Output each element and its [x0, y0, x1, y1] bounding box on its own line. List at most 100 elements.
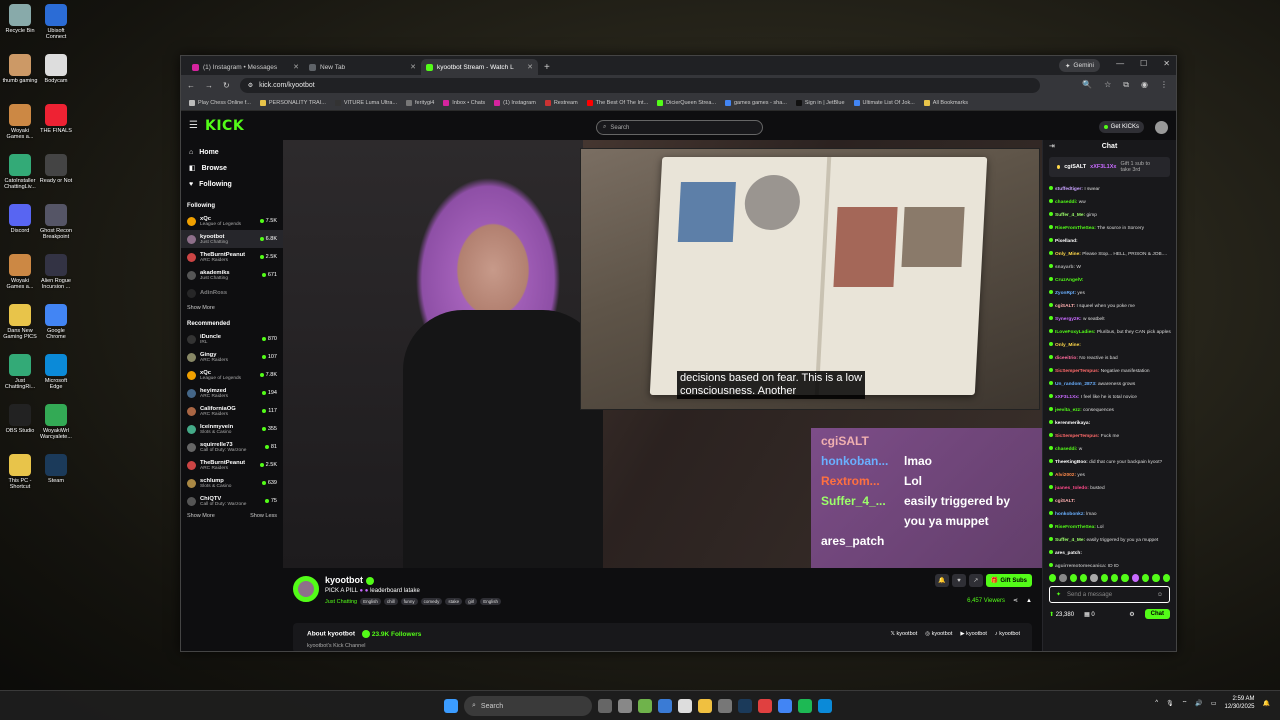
chat-username[interactable]: juanes_toledo:	[1055, 486, 1089, 491]
bookmark-item[interactable]: VITURE Luma Ultra...	[334, 99, 397, 106]
emote-icon[interactable]	[1162, 574, 1170, 582]
social-youtube[interactable]: ▶ kyootbot	[960, 631, 987, 637]
desktop-icon[interactable]: THE FINALS	[38, 104, 74, 134]
battery-icon[interactable]: ▭	[1211, 700, 1217, 707]
chat-username[interactable]: honkobonkz:	[1055, 512, 1085, 517]
share-icon[interactable]: ↗	[968, 574, 983, 587]
file-explorer-icon[interactable]	[698, 699, 712, 713]
site-info-icon[interactable]: ⚙	[248, 82, 253, 89]
chat-username[interactable]: xXF3L1Xx:	[1055, 395, 1080, 400]
chat-username[interactable]: Pixelland:	[1055, 239, 1078, 244]
gift-subs-button[interactable]: 🎁 Gift Subs	[985, 574, 1032, 587]
settings-icon[interactable]: ⚙	[1129, 611, 1134, 618]
sidebar-channel[interactable]: squirrelle73 Call of Duty: Warzone 81	[181, 438, 283, 456]
chat-username[interactable]: kerenmerikaya:	[1055, 421, 1090, 426]
chat-username[interactable]: Suffer_4_Me:	[1055, 538, 1085, 543]
emote-icon[interactable]	[1131, 574, 1139, 582]
maximize-icon[interactable]: ☐	[1140, 59, 1147, 68]
emote-icon[interactable]	[1141, 574, 1150, 582]
chat-username[interactable]: SicSemperTempus:	[1055, 434, 1099, 439]
sidebar-channel[interactable]: xQc League of Legends 7.5K	[181, 212, 283, 230]
sidebar-channel[interactable]: iDuncle IRL 870	[181, 330, 283, 348]
notepad-icon[interactable]	[678, 699, 692, 713]
channel-avatar[interactable]	[293, 576, 319, 602]
chat-username[interactable]: Only_Mine:	[1055, 343, 1081, 348]
sidebar-channel[interactable]: Iceinmyvein Slots & Casino 355	[181, 420, 283, 438]
tag-chip[interactable]: stake	[445, 598, 463, 605]
sidebar-channel[interactable]: kyootbot Just Chatting 6.8K	[181, 230, 283, 248]
desktop-icon[interactable]: This PC - Shortcut	[2, 454, 38, 490]
emote-icon[interactable]	[1069, 574, 1077, 582]
bookmark-item[interactable]: DicierQueen Strea...	[657, 99, 716, 106]
share-icon[interactable]: ⋖	[1013, 597, 1018, 604]
chat-username[interactable]: Un_random_2873:	[1055, 382, 1097, 387]
bookmark-item[interactable]: Inbox • Chats	[443, 99, 485, 106]
clock[interactable]: 2:59 AM 12/30/2025	[1224, 695, 1254, 711]
desktop-icon[interactable]: CatoInstaller ChattingLiv...	[2, 154, 38, 190]
desktop-icon[interactable]: Recycle Bin	[2, 4, 38, 34]
chat-username[interactable]: stuffedtiger:	[1055, 187, 1083, 192]
reload-icon[interactable]: ↻	[223, 81, 230, 90]
desktop-icon[interactable]: Alien Rogue Incursion ...	[38, 254, 74, 290]
chat-username[interactable]: jeevita_ezz:	[1055, 408, 1082, 413]
copilot-icon[interactable]	[658, 699, 672, 713]
sidebar-channel[interactable]: akademiks Just Chatting 671	[181, 266, 283, 284]
sidebar-channel[interactable]: TheBurntPeanut ARC Raiders 2.5K	[181, 248, 283, 266]
chat-send-button[interactable]: Chat	[1144, 609, 1170, 619]
desktop-icon[interactable]: Woyaki Games a...	[2, 104, 38, 140]
chat-username[interactable]: Alvi2002:	[1055, 473, 1076, 478]
sidebar-channel[interactable]: CaliforniaOG ARC Raiders 117	[181, 402, 283, 420]
bookmark-item[interactable]: (1) Instagram	[494, 99, 536, 106]
emote-icon[interactable]	[1110, 574, 1119, 582]
extensions-icon[interactable]: ⧉	[1123, 80, 1129, 90]
steam-icon[interactable]	[738, 699, 752, 713]
zoom-icon[interactable]: 🔍	[1082, 80, 1092, 90]
sidebar-channel[interactable]: TheBurntPeanut ARC Raiders 2.5K	[181, 456, 283, 474]
desktop-icon[interactable]: Discord	[2, 204, 38, 234]
hamburger-icon[interactable]: ☰	[189, 120, 198, 131]
minimize-icon[interactable]: —	[1116, 59, 1124, 68]
taskbar-search[interactable]: ⌕ Search	[464, 696, 592, 716]
emoji-icon[interactable]: ☺	[1157, 592, 1163, 598]
collapse-chat-icon[interactable]: ⇥	[1049, 140, 1055, 154]
chat-username[interactable]: ILoveFoxyLadies:	[1055, 330, 1096, 335]
bookmark-item[interactable]: All Bookmarks	[923, 99, 968, 106]
chat-username[interactable]: TheeKingBoo:	[1055, 460, 1088, 465]
report-icon[interactable]: ▲	[1026, 598, 1032, 604]
desktop-icon[interactable]: Ready or Not	[38, 154, 74, 184]
channel-name[interactable]: kyootbot	[325, 575, 374, 585]
emote-icon[interactable]	[1059, 574, 1067, 582]
search-input[interactable]: ⌕ Search	[596, 120, 763, 135]
gemini-button[interactable]: ✦ Gemini	[1058, 59, 1100, 72]
profile-icon[interactable]: ◉	[1141, 80, 1148, 90]
volume-icon[interactable]: 🔊	[1195, 700, 1202, 707]
chat-username[interactable]: ZyonRpt:	[1055, 291, 1076, 296]
chat-username[interactable]: CruzAngelV:	[1055, 278, 1084, 283]
close-icon[interactable]: ✕	[293, 63, 299, 71]
close-icon[interactable]: ✕	[410, 63, 416, 71]
tag-chip[interactable]: chill	[383, 598, 398, 605]
settings-icon[interactable]	[718, 699, 732, 713]
sidebar-channel[interactable]: AdinRoss	[181, 284, 283, 302]
new-tab-button[interactable]: +	[544, 62, 550, 73]
obs-icon[interactable]	[758, 699, 772, 713]
close-window-icon[interactable]: ✕	[1163, 59, 1170, 68]
chat-username[interactable]: SicSemperTempus:	[1055, 369, 1099, 374]
edge-icon[interactable]	[818, 699, 832, 713]
desktop-icon[interactable]: Microsoft Edge	[38, 354, 74, 390]
emote-icon[interactable]	[1079, 574, 1088, 582]
emote-icon[interactable]	[1090, 574, 1098, 582]
tag-chip[interactable]: funny	[400, 598, 418, 605]
desktop-icon[interactable]: Woyaki Games a...	[2, 254, 38, 290]
sidebar-channel[interactable]: Gingy ARC Raiders 107	[181, 348, 283, 366]
chat-username[interactable]: snayarb:	[1055, 265, 1075, 270]
chat-username[interactable]: diceeitrio:	[1055, 356, 1078, 361]
bookmark-item[interactable]: Play Chess Online f...	[189, 99, 251, 106]
widgets-icon[interactable]	[618, 699, 632, 713]
chat-username[interactable]: RiseFromTheSea:	[1055, 525, 1096, 530]
social-instagram[interactable]: ◎ kyootbot	[925, 631, 952, 637]
bookmark-item[interactable]: Sign in | JetBlue	[795, 99, 845, 106]
bookmark-item[interactable]: Restream	[544, 99, 578, 106]
sidebar-channel[interactable]: ChiQTV Call of Duty: Warzone 75	[181, 492, 283, 510]
start-icon[interactable]	[444, 699, 458, 713]
